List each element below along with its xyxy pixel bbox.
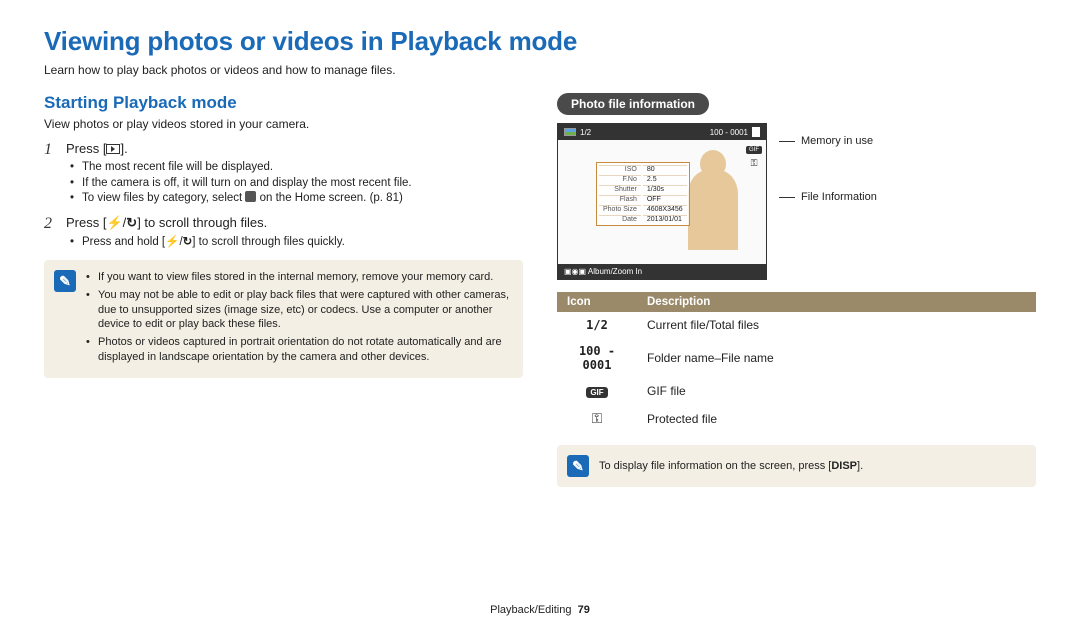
tip-box: ✎ To display file information on the scr… (557, 445, 1036, 487)
section-sub: View photos or play videos stored in you… (44, 117, 523, 131)
note-bullet: If you want to view files stored in the … (86, 270, 511, 284)
sd-card-icon (752, 127, 760, 137)
flash-icon: ⚡ (106, 215, 122, 230)
step-number: 1 (44, 141, 58, 207)
note-bullet: Photos or videos captured in portrait or… (86, 335, 511, 364)
left-column: Starting Playback mode View photos or pl… (44, 93, 523, 487)
child-silhouette (688, 170, 738, 250)
step2-text: Press [⚡/↻] to scroll through files. (66, 215, 267, 230)
zoom-control-icon: ▣◉▣ (564, 267, 586, 276)
bottom-bar-label: Album/Zoom In (588, 267, 642, 276)
lock-icon: ⚿ (592, 410, 603, 426)
screen-mockup: 1/2 100 - 0001 GIF ⚿ ISO80 F.No2 (557, 123, 767, 280)
timer-icon: ↻ (126, 215, 137, 230)
step1-bullet: The most recent file will be displayed. (70, 160, 523, 176)
table-row: 100 - 0001 Folder name–File name (557, 338, 1036, 378)
annotation-fileinfo: File Information (779, 191, 877, 203)
timer-icon: ↻ (183, 236, 193, 248)
photo-file-info-pill: Photo file information (557, 93, 709, 115)
folder-file-icon: 100 - 0001 (579, 344, 615, 372)
th-description: Description (637, 292, 1036, 312)
step-1: 1 Press []. The most recent file will be… (44, 141, 523, 207)
file-info-overlay: ISO80 F.No2.5 Shutter1/30s FlashOFF Phot… (596, 162, 690, 226)
counter-icon: 1/2 (586, 318, 608, 332)
page-title: Viewing photos or videos in Playback mod… (44, 26, 1036, 57)
lock-icon: ⚿ (751, 158, 758, 169)
icon-description-table: Icon Description 1/2 Current file/Total … (557, 292, 1036, 433)
table-row: GIF GIF file (557, 378, 1036, 404)
step1-bullet: To view files by category, select on the… (70, 191, 523, 207)
gif-badge-icon: GIF (586, 387, 607, 398)
annotation-memory: Memory in use (779, 135, 877, 147)
landscape-thumb-icon (564, 128, 576, 136)
step1-text: Press []. (66, 141, 128, 156)
step-number: 2 (44, 215, 58, 251)
table-row: 1/2 Current file/Total files (557, 312, 1036, 338)
step1-bullet: If the camera is off, it will turn on an… (70, 176, 523, 192)
step-2: 2 Press [⚡/↻] to scroll through files. P… (44, 215, 523, 251)
playback-icon (106, 144, 120, 154)
note-bullet: You may not be able to edit or play back… (86, 288, 511, 331)
file-id: 100 - 0001 (710, 128, 748, 137)
th-icon: Icon (557, 292, 637, 312)
flash-icon: ⚡ (165, 236, 179, 248)
note-box: ✎ If you want to view files stored in th… (44, 260, 523, 378)
note-icon: ✎ (567, 455, 589, 477)
disp-button-label: DISP (831, 460, 857, 472)
intro-text: Learn how to play back photos or videos … (44, 63, 1036, 77)
file-counter: 1/2 (580, 128, 591, 137)
gif-badge-icon: GIF (746, 146, 762, 154)
step2-bullet: Press and hold [⚡/↻] to scroll through f… (70, 235, 523, 251)
note-icon: ✎ (54, 270, 76, 292)
category-select-icon (245, 191, 256, 202)
page-footer: Playback/Editing 79 (0, 604, 1080, 616)
right-column: Photo file information 1/2 100 - 0001 (557, 93, 1036, 487)
table-row: ⚿ Protected file (557, 404, 1036, 433)
section-heading: Starting Playback mode (44, 93, 523, 113)
